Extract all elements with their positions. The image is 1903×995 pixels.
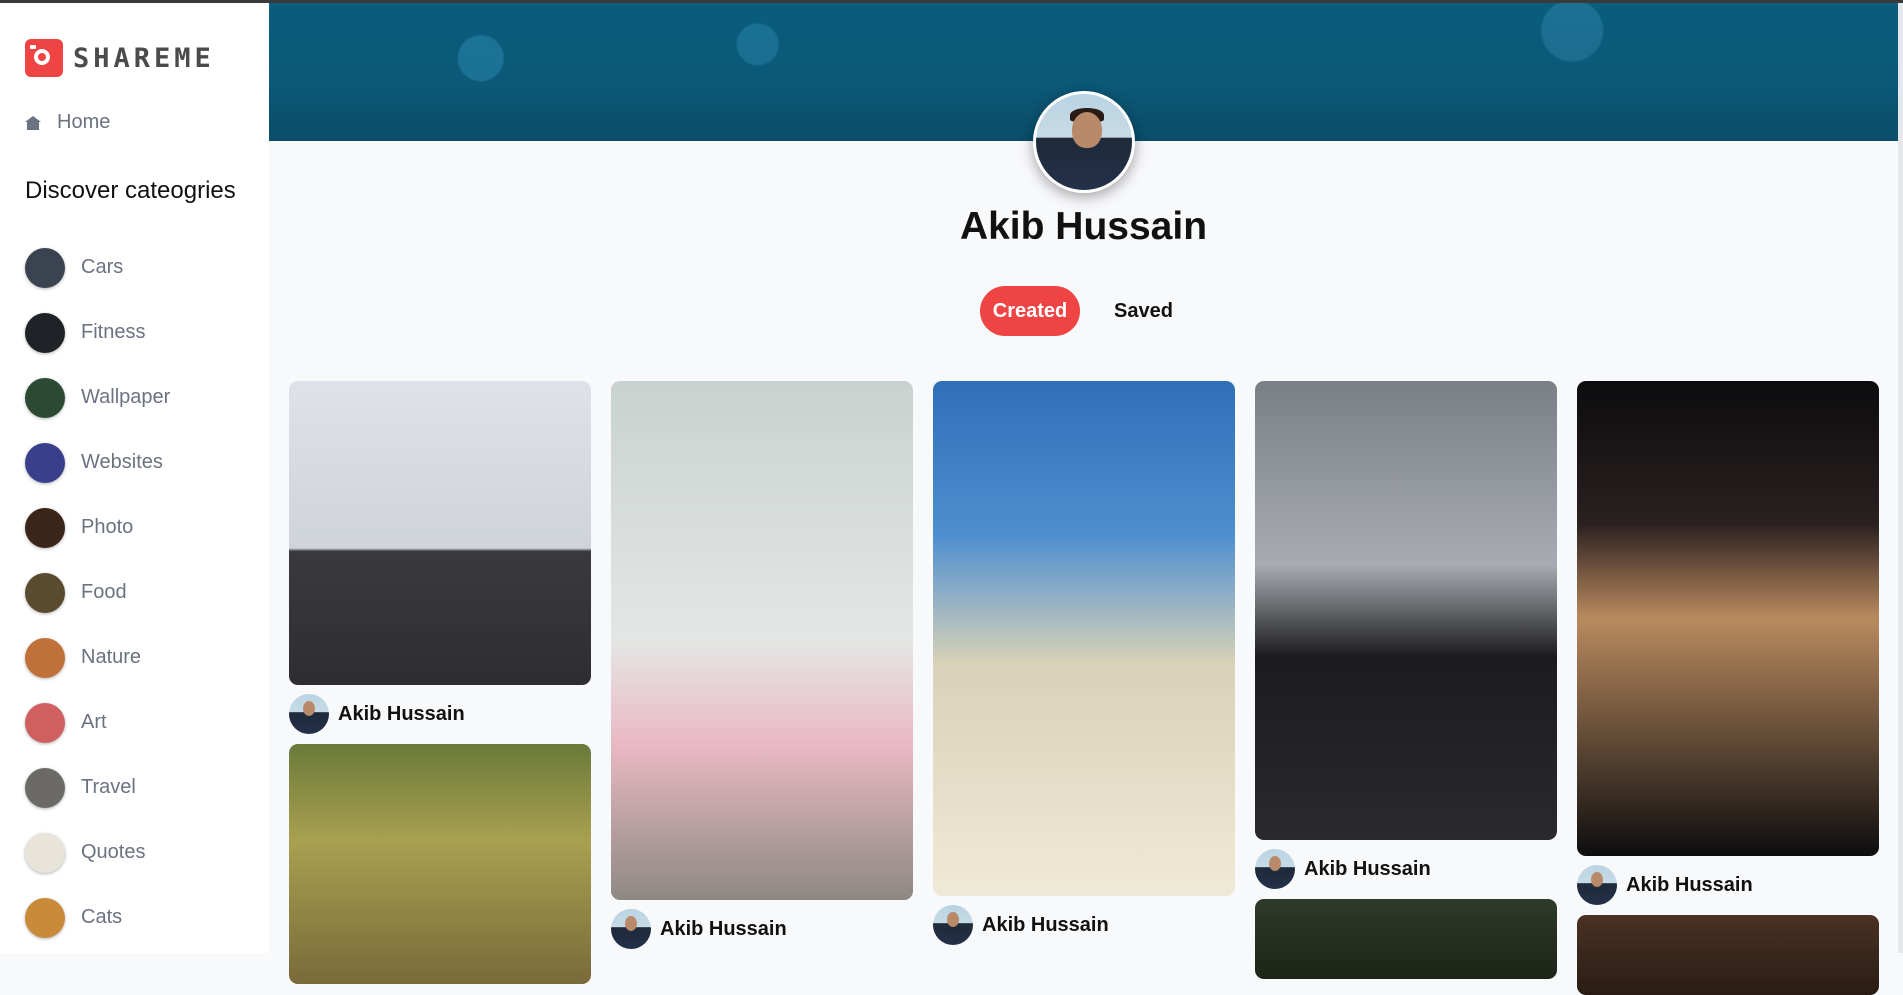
pin-column: Akib Hussain xyxy=(1577,381,1879,995)
pin-author-row[interactable]: Akib Hussain xyxy=(1577,865,1879,905)
sidebar-item-photo[interactable]: Photo xyxy=(25,495,170,560)
sidebar-item-label: Websites xyxy=(81,451,163,473)
pin-author-row[interactable]: Akib Hussain xyxy=(611,909,913,949)
pin-image[interactable] xyxy=(1255,381,1557,840)
pin-image[interactable] xyxy=(611,381,913,900)
sidebar: SHAREME Home Discover cateogries Cars Fit… xyxy=(0,3,269,953)
category-thumbnail xyxy=(25,767,65,808)
pin-image[interactable] xyxy=(1577,915,1879,995)
pin-column: Akib Hussain xyxy=(611,381,913,995)
sidebar-item-quotes[interactable]: Quotes xyxy=(25,820,170,885)
sidebar-item-label: Art xyxy=(81,711,107,733)
sidebar-item-label: Photo xyxy=(81,516,134,538)
pin-author-name: Akib Hussain xyxy=(1626,873,1753,896)
author-avatar xyxy=(611,909,651,949)
pin-image[interactable] xyxy=(289,744,591,984)
sidebar-item-label: Nature xyxy=(81,646,142,668)
pin-author-row[interactable]: Akib Hussain xyxy=(1255,849,1557,889)
category-thumbnail xyxy=(25,637,65,678)
category-thumbnail xyxy=(25,312,65,353)
profile-tabs: Created Saved xyxy=(269,286,1898,336)
avatar-face xyxy=(1072,112,1102,148)
pin-author-name: Akib Hussain xyxy=(338,702,465,725)
pin-image[interactable] xyxy=(1577,381,1879,856)
category-thumbnail xyxy=(25,897,65,938)
category-list: Cars Fitness Wallpaper Websites Photo Food Nat… xyxy=(25,235,170,950)
pin-author-row[interactable]: Akib Hussain xyxy=(289,694,591,734)
tab-saved[interactable]: Saved xyxy=(1100,286,1187,336)
sidebar-item-art[interactable]: Art xyxy=(25,690,170,755)
pin-author-row[interactable]: Akib Hussain xyxy=(933,905,1235,945)
sidebar-item-food[interactable]: Food xyxy=(25,560,170,625)
author-avatar xyxy=(933,905,973,945)
discover-categories-title: Discover cateogries xyxy=(25,177,236,204)
sidebar-item-label: Home xyxy=(57,111,111,133)
pin-author-name: Akib Hussain xyxy=(1304,857,1431,880)
pin-author-name: Akib Hussain xyxy=(660,917,787,940)
category-thumbnail xyxy=(25,832,65,873)
category-thumbnail xyxy=(25,507,65,548)
sidebar-item-label: Wallpaper xyxy=(81,386,171,408)
pin-grid: Akib Hussain Akib Hussain Akib Hussain A… xyxy=(289,381,1879,995)
main-content: Akib Hussain Created Saved Akib Hussain … xyxy=(269,3,1903,995)
category-thumbnail xyxy=(25,702,65,743)
sidebar-item-label: Quotes xyxy=(81,841,146,863)
sidebar-item-fitness[interactable]: Fitness xyxy=(25,300,170,365)
sidebar-item-cats[interactable]: Cats xyxy=(25,885,170,950)
category-thumbnail xyxy=(25,442,65,483)
author-avatar xyxy=(1255,849,1295,889)
camera-icon xyxy=(25,39,63,77)
profile-name: Akib Hussain xyxy=(959,205,1208,248)
sidebar-item-label: Travel xyxy=(81,776,136,798)
sidebar-item-travel[interactable]: Travel xyxy=(25,755,170,820)
profile-avatar xyxy=(1033,91,1135,193)
home-icon xyxy=(25,115,41,130)
pin-image[interactable] xyxy=(1255,899,1557,979)
pin-column: Akib Hussain xyxy=(1255,381,1557,995)
sidebar-item-cars[interactable]: Cars xyxy=(25,235,170,300)
sidebar-item-label: Cars xyxy=(81,256,124,278)
category-thumbnail xyxy=(25,377,65,418)
pin-author-name: Akib Hussain xyxy=(982,913,1109,936)
sidebar-item-wallpaper[interactable]: Wallpaper xyxy=(25,365,170,430)
author-avatar xyxy=(1577,865,1617,905)
tab-created[interactable]: Created xyxy=(980,286,1081,336)
sidebar-item-nature[interactable]: Nature xyxy=(25,625,170,690)
app-logo[interactable]: SHAREME xyxy=(25,39,215,77)
pin-image[interactable] xyxy=(933,381,1235,896)
scrollbar[interactable] xyxy=(1898,3,1903,953)
category-thumbnail xyxy=(25,247,65,288)
author-avatar xyxy=(289,694,329,734)
pin-column: Akib Hussain xyxy=(933,381,1235,995)
logo-text: SHAREME xyxy=(73,42,215,74)
sidebar-item-label: Cats xyxy=(81,906,123,928)
category-thumbnail xyxy=(25,572,65,613)
sidebar-item-label: Fitness xyxy=(81,321,146,343)
sidebar-item-websites[interactable]: Websites xyxy=(25,430,170,495)
pin-column: Akib Hussain xyxy=(289,381,591,995)
pin-image[interactable] xyxy=(289,381,591,685)
sidebar-item-home[interactable]: Home xyxy=(25,111,110,134)
sidebar-item-label: Food xyxy=(81,581,127,603)
